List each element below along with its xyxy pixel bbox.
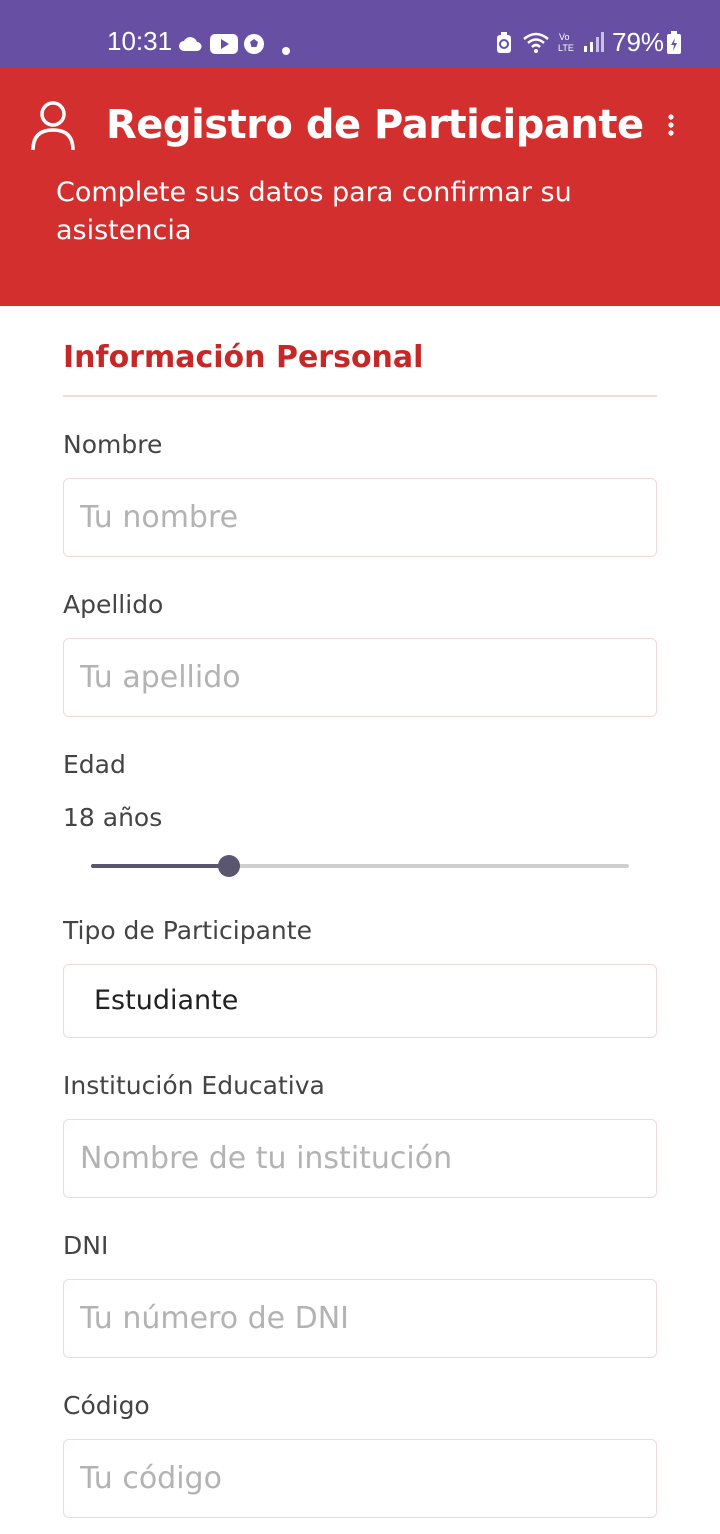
- more-options-icon[interactable]: [660, 112, 682, 142]
- tipo-label: Tipo de Participante: [63, 916, 312, 945]
- edad-slider[interactable]: [91, 850, 629, 880]
- status-time: 10:31: [107, 26, 173, 56]
- codigo-label: Código: [63, 1391, 150, 1420]
- apellido-field[interactable]: [63, 638, 657, 717]
- dot-icon: [282, 40, 290, 59]
- cloud-icon: [178, 36, 204, 56]
- dni-label: DNI: [63, 1231, 109, 1260]
- tipo-participante-value: Estudiante: [94, 985, 239, 1016]
- person-icon: [30, 100, 76, 156]
- dni-field[interactable]: [63, 1279, 657, 1358]
- signal-icon: [582, 32, 604, 56]
- tipo-participante-select[interactable]: Estudiante: [63, 964, 657, 1038]
- institucion-label: Institución Educativa: [63, 1071, 325, 1100]
- institucion-field[interactable]: [63, 1119, 657, 1198]
- page-subtitle: Complete sus datos para confirmar su asi…: [56, 177, 572, 246]
- codigo-field[interactable]: [63, 1439, 657, 1518]
- battery-percent: 79%: [612, 27, 665, 57]
- youtube-icon: [210, 34, 238, 58]
- app-header: Registro de Participante Complete sus da…: [0, 68, 720, 306]
- soccer-ball-icon: [243, 33, 265, 59]
- battery-icon: [666, 31, 682, 59]
- slider-fill: [91, 864, 229, 868]
- svg-text:Vo: Vo: [559, 32, 570, 42]
- volte-icon: Vo LTE: [557, 31, 577, 57]
- edad-value: 18 años: [63, 803, 163, 832]
- wifi-icon: [522, 31, 550, 57]
- apellido-label: Apellido: [63, 590, 164, 619]
- battery-saver-icon: [496, 32, 512, 58]
- slider-thumb[interactable]: [218, 855, 240, 877]
- nombre-label: Nombre: [63, 430, 163, 459]
- nombre-field[interactable]: [63, 478, 657, 557]
- section-title: Información Personal: [63, 340, 424, 375]
- section-divider: [63, 395, 657, 397]
- page-title: Registro de Participante: [106, 102, 644, 148]
- svg-text:LTE: LTE: [558, 43, 574, 53]
- edad-label: Edad: [63, 750, 126, 779]
- status-bar: 10:31 Vo LTE 79%: [0, 0, 720, 68]
